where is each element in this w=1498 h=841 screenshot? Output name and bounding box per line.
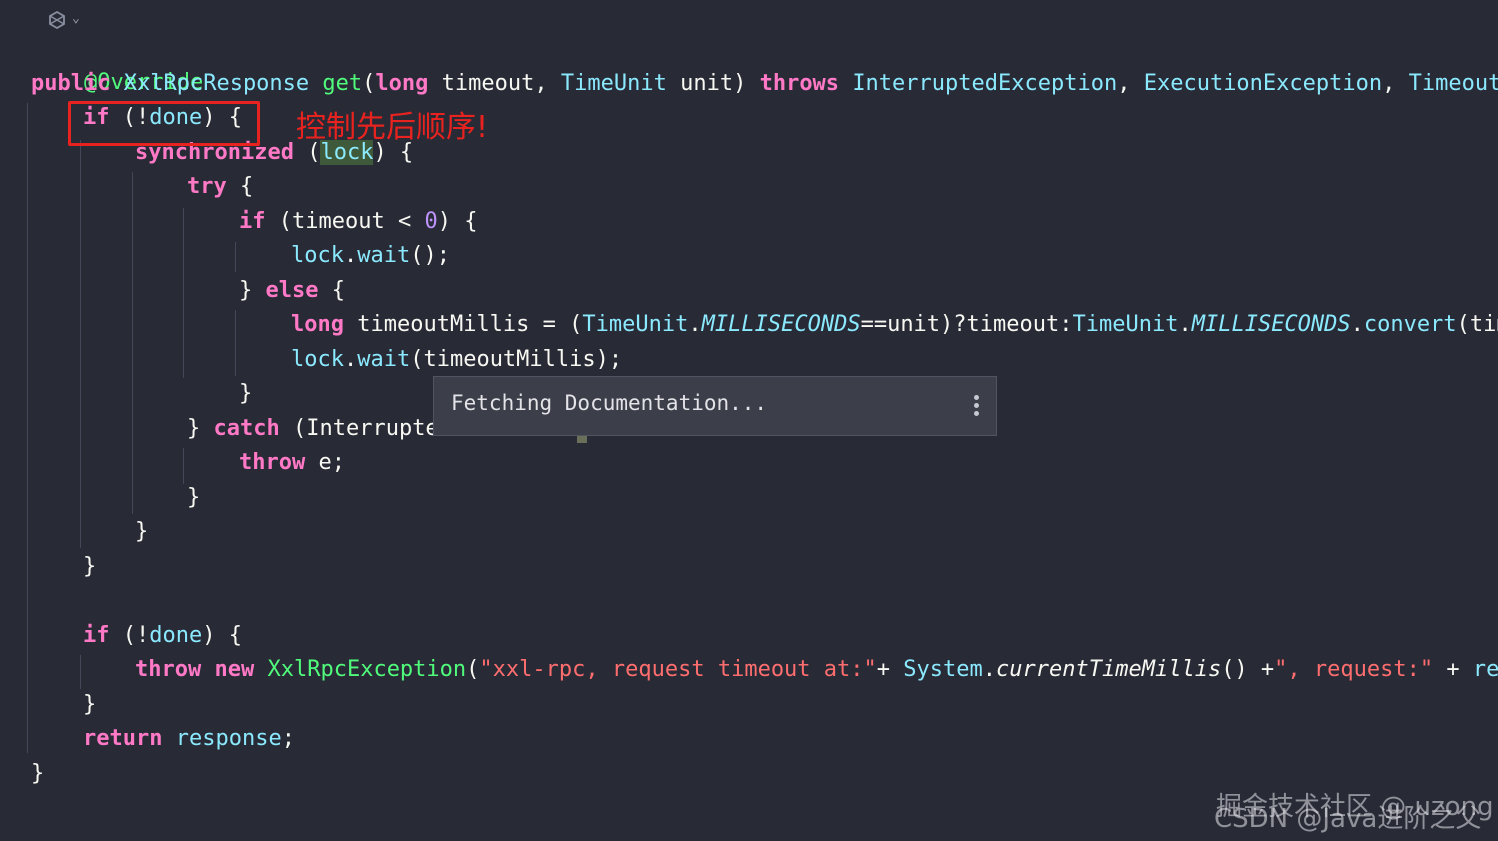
keyword: throw	[135, 657, 202, 682]
variable: timeoutMillis	[357, 312, 530, 337]
keyword: throw	[239, 450, 306, 475]
code-line[interactable]: } else {	[239, 274, 345, 308]
keyword: catch	[213, 416, 280, 441]
type-name: XxlRpcResponse	[123, 71, 310, 96]
type-name: ExecutionException	[1143, 71, 1383, 96]
indent-guide	[183, 208, 184, 378]
param: unit	[680, 71, 734, 96]
documentation-popup[interactable]: Fetching Documentation...	[433, 376, 997, 436]
code-line[interactable]: lock.wait(timeoutMillis);	[291, 343, 622, 377]
type-name: TimeoutEx	[1408, 71, 1498, 96]
keyword: new	[214, 657, 255, 682]
method-call: convert	[1363, 312, 1457, 337]
keyword: throws	[759, 71, 840, 96]
string-literal: ", request:"	[1274, 657, 1434, 682]
type-name: TimeUnit	[560, 71, 667, 96]
code-line[interactable]: return response;	[83, 722, 295, 756]
code-line[interactable]: lock.wait();	[291, 239, 450, 273]
watermark-csdn: CSDN @Java进阶之父	[1214, 804, 1482, 834]
indent-guide	[80, 140, 81, 548]
code-line[interactable]: long timeoutMillis = (TimeUnit.MILLISECO…	[291, 308, 1498, 342]
indent-guide	[80, 655, 81, 689]
method-call: currentTimeMillis	[996, 657, 1222, 682]
code-line[interactable]: public XxlRpcResponse get(long timeout, …	[31, 67, 1498, 101]
type-name: TimeUnit	[1072, 312, 1179, 337]
method-call: wait	[357, 347, 411, 372]
string-literal: "xxl-rpc, request timeout at:"	[479, 657, 877, 682]
code-line[interactable]: try {	[187, 170, 253, 204]
chevron-down-icon[interactable]: ⌄	[72, 11, 80, 26]
code-line[interactable]: }	[31, 757, 44, 791]
code-line[interactable]: throw e;	[239, 446, 345, 480]
code-line[interactable]: }	[239, 377, 252, 411]
expression: ==unit)?timeout:	[860, 312, 1073, 337]
field: requ	[1472, 657, 1498, 682]
param: timeout	[292, 209, 385, 234]
indent-guide	[132, 172, 133, 514]
type-name: TimeUnit	[582, 312, 689, 337]
indent-guide	[235, 310, 236, 376]
keyword: try	[187, 174, 227, 199]
expression: (timeoutMillis);	[410, 347, 623, 372]
code-line[interactable]: }	[187, 481, 200, 515]
expression: (Interrupte	[292, 416, 439, 441]
keyword: long	[291, 312, 344, 337]
keyword: else	[265, 278, 319, 303]
code-line[interactable]: }	[135, 515, 148, 549]
indent-guide	[183, 448, 184, 484]
code-line[interactable]: @Override	[31, 32, 203, 95]
expression: (time	[1456, 312, 1498, 337]
field: lock	[291, 243, 344, 268]
code-line[interactable]: }	[83, 688, 96, 722]
indent-guide	[27, 103, 28, 753]
keyword: public	[31, 71, 111, 96]
code-line[interactable]: } catch (Interrupte	[187, 412, 439, 446]
keyword: if	[83, 623, 110, 648]
method-call: wait	[357, 243, 411, 268]
field: done	[149, 623, 203, 648]
code-line[interactable]: if (!done) {	[83, 619, 242, 653]
code-line[interactable]: throw new XxlRpcException("xxl-rpc, requ…	[135, 653, 1498, 687]
annotation-note: 控制先后顺序!	[296, 110, 489, 145]
code-line[interactable]: }	[83, 550, 96, 584]
field: response	[175, 726, 282, 751]
keyword: long	[375, 71, 429, 96]
variable: e;	[318, 450, 345, 475]
static-field: MILLISECONDS	[701, 312, 861, 337]
param: timeout	[441, 71, 535, 96]
type-name: InterruptedException	[852, 71, 1118, 96]
popup-status-text: Fetching Documentation...	[451, 391, 768, 415]
code-line[interactable]: if (timeout < 0) {	[239, 205, 477, 239]
indent-guide	[235, 242, 236, 272]
field: lock	[291, 347, 344, 372]
static-field: MILLISECONDS	[1191, 312, 1351, 337]
highlight-box	[68, 101, 260, 146]
keyword: if	[239, 209, 266, 234]
more-vertical-icon[interactable]	[974, 395, 980, 419]
type-name: XxlRpcException	[267, 657, 467, 682]
type-name: System	[903, 657, 983, 682]
number: 0	[424, 209, 438, 234]
keyword: return	[83, 726, 163, 751]
ai-assistant-icon[interactable]	[46, 9, 68, 31]
method-name: get	[322, 71, 363, 96]
